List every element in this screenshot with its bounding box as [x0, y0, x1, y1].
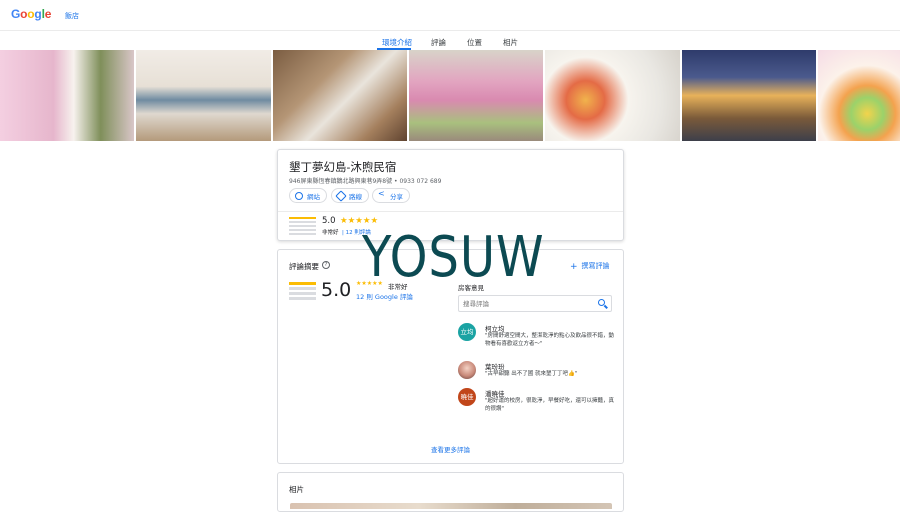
- tab-overview[interactable]: 環境介紹: [382, 37, 412, 48]
- avatar[interactable]: [458, 361, 476, 379]
- help-icon[interactable]: ?: [322, 261, 330, 269]
- review-search[interactable]: [458, 295, 612, 312]
- share-button[interactable]: < 分享: [372, 188, 410, 203]
- write-review-button[interactable]: + 撰寫評論: [570, 261, 610, 272]
- website-label: 網站: [307, 193, 320, 201]
- google-reviews-link[interactable]: 12 則 Google 評論: [356, 291, 413, 301]
- breadcrumb[interactable]: 飯店: [65, 11, 79, 21]
- watermark-text: YOSUW: [362, 225, 545, 290]
- directions-icon: [335, 190, 347, 202]
- tab-photos[interactable]: 相片: [503, 37, 518, 48]
- photo-bathroom[interactable]: [273, 50, 407, 141]
- photo-building[interactable]: [409, 50, 543, 141]
- google-logo[interactable]: Google: [11, 7, 51, 21]
- photo-night-exterior[interactable]: [682, 50, 816, 141]
- review-item: 曉佳 潘曉佳 "超好運的校房，很乾淨，早餐好吃，還可以擁豔，真的很讚": [458, 388, 618, 418]
- rating-label: 非常好: [322, 230, 339, 236]
- review-summary-title: 評論摘要: [289, 262, 319, 271]
- photo-fruit[interactable]: [818, 50, 900, 141]
- summary-score: 5.0: [321, 279, 352, 301]
- photo-bedroom[interactable]: [136, 50, 271, 141]
- review-text: "古早甜聽 出不了國 就來墾丁丁吧👍": [485, 371, 578, 377]
- share-label: 分享: [390, 193, 403, 201]
- business-name: 墾丁夢幻島-沐煦民宿: [289, 160, 397, 174]
- tab-reviews[interactable]: 評論: [431, 37, 446, 48]
- directions-button[interactable]: 路線: [331, 188, 369, 203]
- website-button[interactable]: 網站: [289, 188, 327, 203]
- top-bar: Google 飯店: [0, 0, 900, 31]
- rating-value: 5.0: [322, 216, 336, 226]
- search-icon[interactable]: [598, 299, 605, 306]
- photo-grid-preview[interactable]: [290, 503, 612, 509]
- share-icon: <: [378, 189, 385, 198]
- review-text: "房間舒適空間大，整潔乾淨的點心及飲品很不錯，動物看有喜歡返立方者～": [485, 333, 615, 347]
- tab-location[interactable]: 位置: [467, 37, 482, 48]
- photo-carousel[interactable]: [0, 50, 900, 141]
- avatar[interactable]: 立均: [458, 323, 476, 341]
- more-reviews-link[interactable]: 查看更多評論: [278, 444, 623, 454]
- rating-histogram: [289, 217, 316, 237]
- review-search-input[interactable]: [463, 298, 588, 309]
- summary-histogram: [289, 282, 316, 302]
- photos-card: 相片: [277, 472, 624, 512]
- card-divider: [278, 211, 623, 212]
- tab-bar: 環境介紹 評論 位置 相片: [0, 31, 900, 50]
- directions-label: 路線: [349, 193, 362, 201]
- photos-section-title: 相片: [289, 485, 304, 494]
- photo-exterior-balcony[interactable]: [0, 50, 134, 141]
- review-item: 立均 柯立均 "房間舒適空間大，整潔乾淨的點心及飲品很不錯，動物看有喜歡返立方者…: [458, 323, 618, 355]
- plus-icon: +: [570, 262, 578, 272]
- business-address: 946屏東縣恆春鎮鵝北路興東巷9弄8號 • 0933 072 689: [289, 178, 442, 185]
- photo-breakfast[interactable]: [545, 50, 680, 141]
- globe-icon: [295, 192, 303, 200]
- review-text: "超好運的校房，很乾淨，早餐好吃，還可以擁豔，真的很讚": [485, 398, 615, 412]
- avatar[interactable]: 曉佳: [458, 388, 476, 406]
- review-item: 葉玢玢 "古早甜聽 出不了國 就來墾丁丁吧👍": [458, 361, 618, 385]
